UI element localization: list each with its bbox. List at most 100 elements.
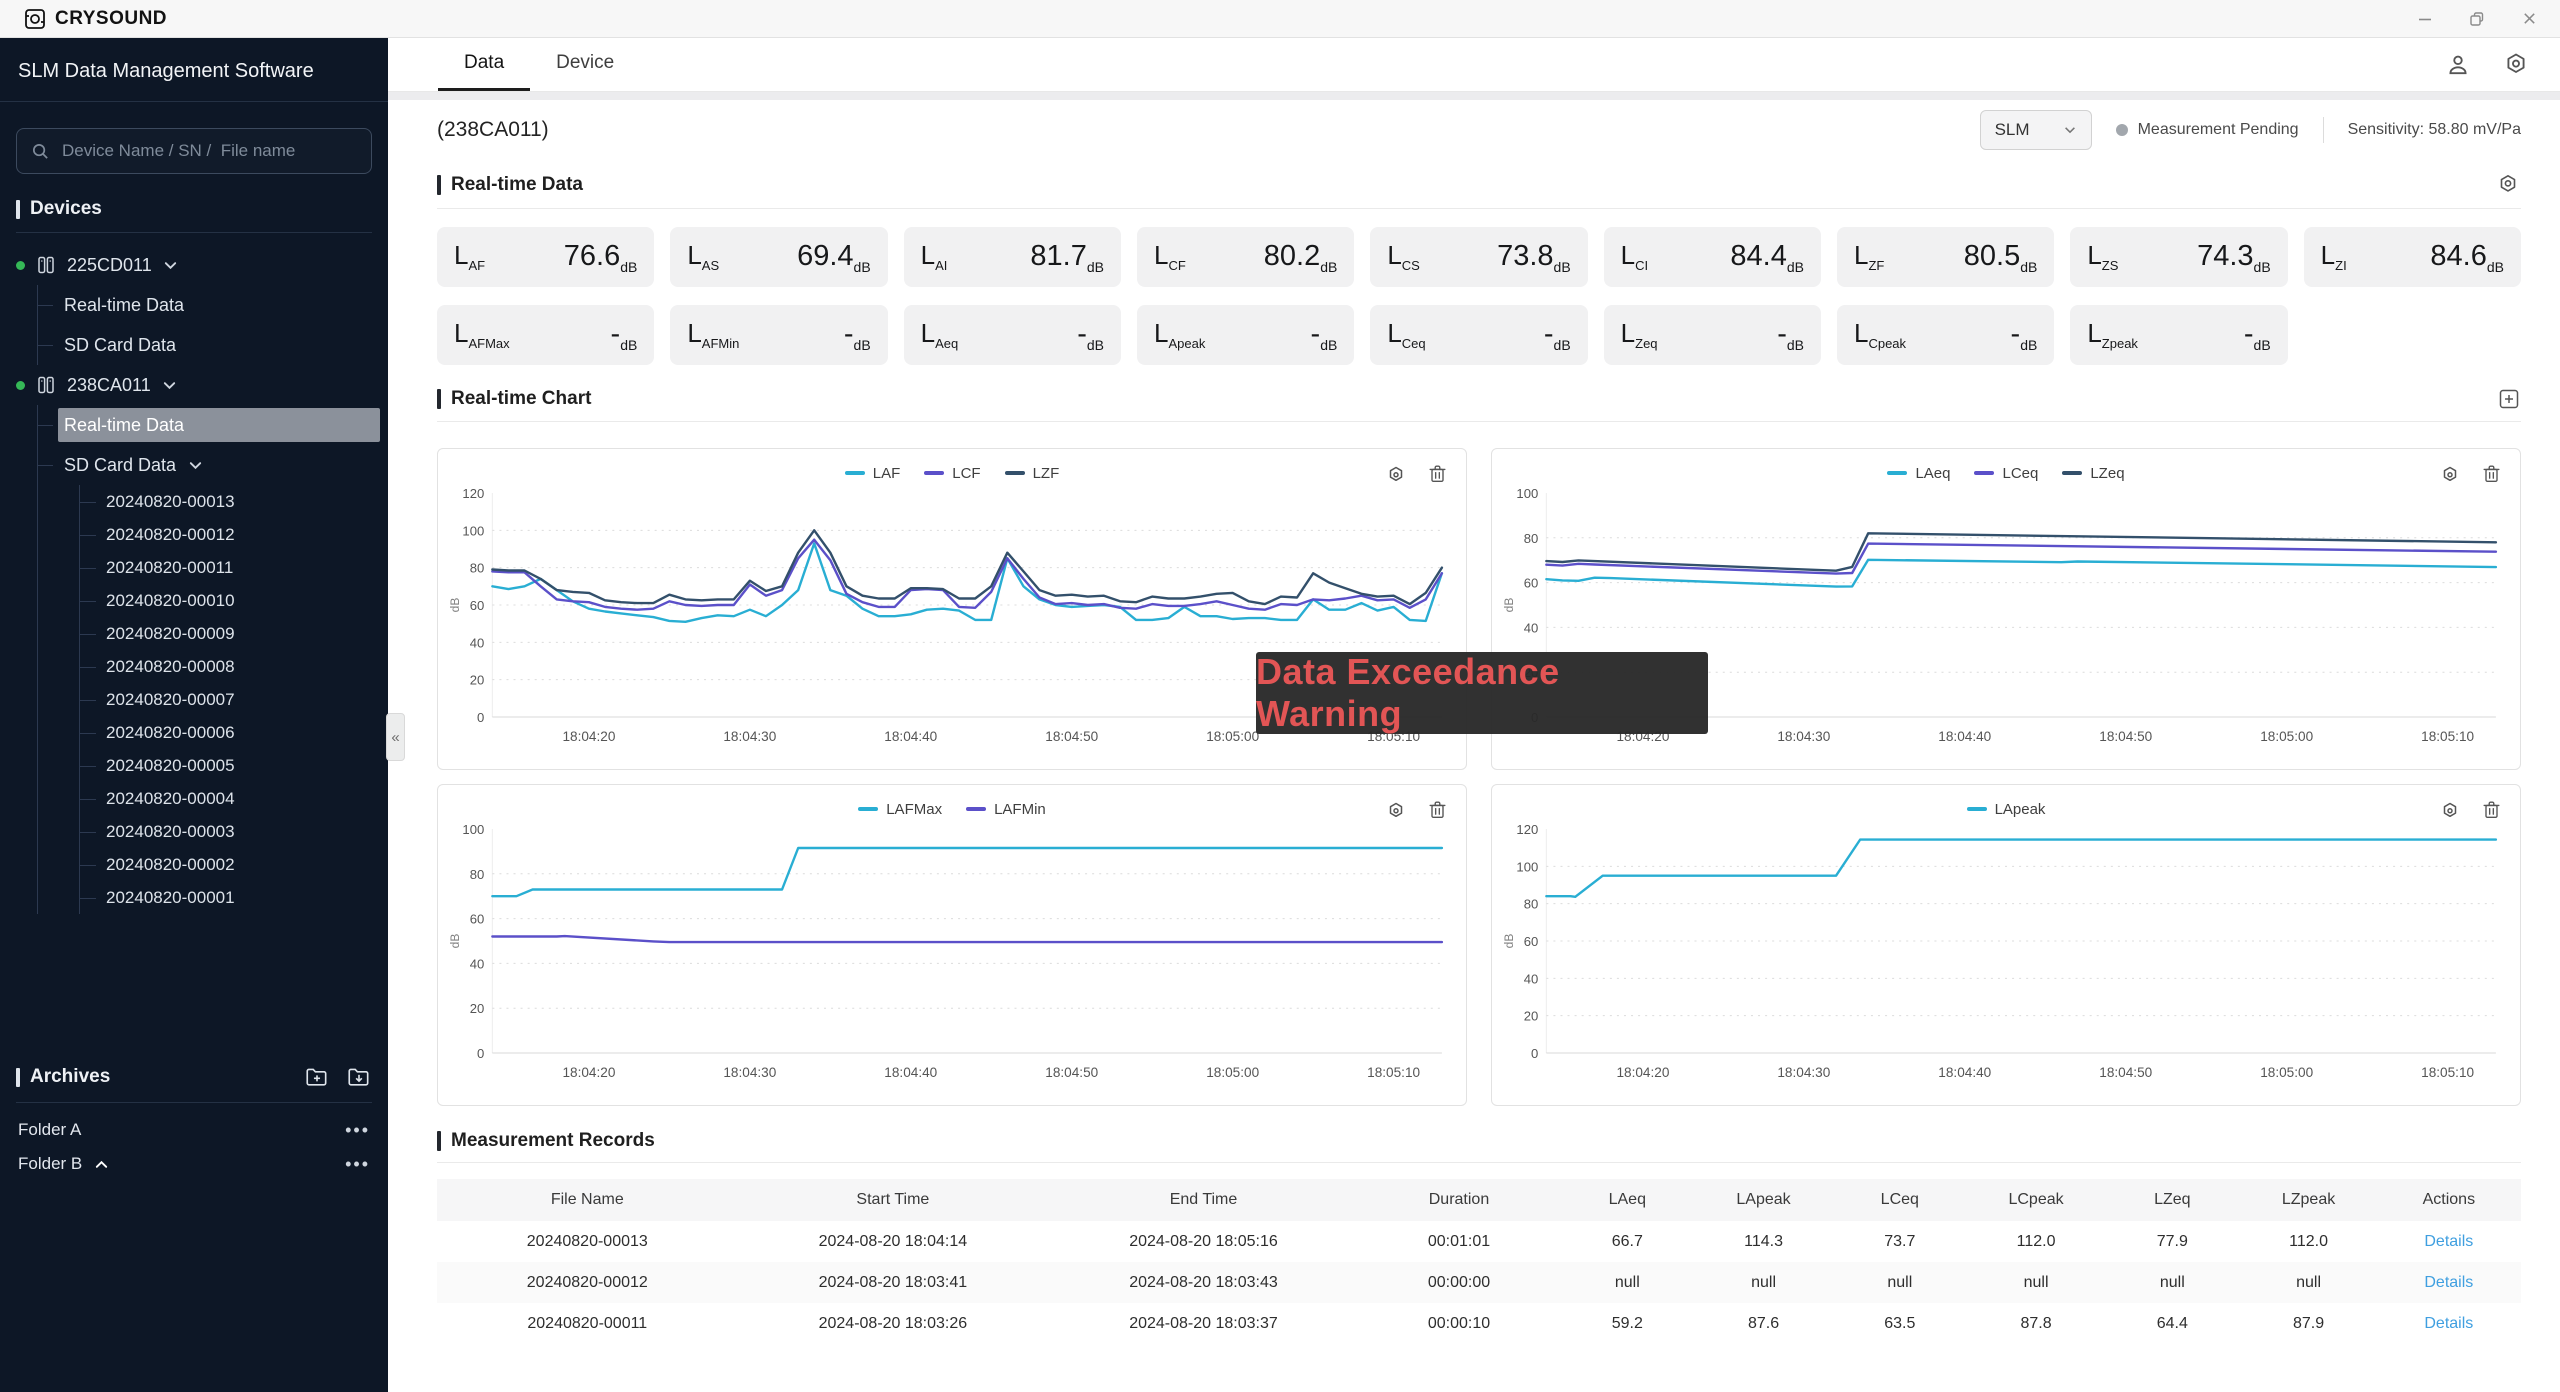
user-icon[interactable] xyxy=(2444,51,2472,79)
svg-text:18:04:30: 18:04:30 xyxy=(1777,1065,1830,1080)
sd-file-item[interactable]: 20240820-00005 xyxy=(80,749,380,782)
chart-legend: LAF LCF LZF xyxy=(448,459,1456,487)
settings-gear-icon[interactable] xyxy=(2502,51,2530,79)
archive-folder-row[interactable]: Folder A ••• xyxy=(0,1113,388,1147)
records-column-header: End Time xyxy=(1048,1179,1359,1221)
device-child-node[interactable]: SD Card Data xyxy=(38,325,380,365)
more-options-icon[interactable]: ••• xyxy=(345,1154,370,1175)
chart-settings-icon[interactable] xyxy=(1385,463,1407,485)
device-search[interactable] xyxy=(16,128,372,174)
sd-file-label: 20240820-00004 xyxy=(106,789,235,809)
device-child-node[interactable]: Real-time Data xyxy=(38,405,380,445)
delete-chart-icon[interactable] xyxy=(2481,799,2502,821)
chart-settings-icon[interactable] xyxy=(2439,799,2461,821)
add-chart-icon[interactable] xyxy=(2497,387,2521,411)
svg-text:120: 120 xyxy=(1516,823,1538,837)
chevron-down-icon[interactable] xyxy=(188,458,203,473)
delete-chart-icon[interactable] xyxy=(1427,463,1448,485)
table-cell: 77.9 xyxy=(2104,1221,2240,1262)
svg-text:0: 0 xyxy=(1531,1046,1538,1061)
tab-data[interactable]: Data xyxy=(438,38,530,91)
metric-label: LZI xyxy=(2321,240,2347,273)
legend-item[interactable]: LAFMin xyxy=(966,801,1046,818)
sd-file-item[interactable]: 20240820-00006 xyxy=(80,716,380,749)
sd-file-item[interactable]: 20240820-00009 xyxy=(80,617,380,650)
legend-item[interactable]: LApeak xyxy=(1967,801,2046,818)
sd-file-item[interactable]: 20240820-00003 xyxy=(80,815,380,848)
folder-download-icon[interactable] xyxy=(346,1064,372,1090)
details-link[interactable]: Details xyxy=(2424,1315,2473,1332)
chevron-down-icon[interactable] xyxy=(163,258,178,273)
device-child-node[interactable]: Real-time Data xyxy=(38,285,380,325)
details-link[interactable]: Details xyxy=(2424,1274,2473,1291)
table-cell: 2024-08-20 18:05:16 xyxy=(1048,1221,1359,1262)
device-tree: 225CD011 Real-time Data SD Card Data 238… xyxy=(0,233,388,920)
folder-add-icon[interactable] xyxy=(304,1064,330,1090)
search-icon xyxy=(31,142,50,161)
svg-text:18:04:40: 18:04:40 xyxy=(884,1065,937,1080)
metric-card: LZI 84.6dB xyxy=(2304,227,2521,287)
mode-select[interactable]: SLM xyxy=(1980,110,2092,150)
table-cell: 66.7 xyxy=(1559,1221,1695,1262)
line-chart: 02040608010012018:04:2018:04:3018:04:401… xyxy=(1502,823,2510,1085)
svg-text:20: 20 xyxy=(1524,1009,1539,1024)
legend-item[interactable]: LZF xyxy=(1005,465,1060,482)
sd-file-item[interactable]: 20240820-00011 xyxy=(80,551,380,584)
section-accent-bar xyxy=(437,389,441,409)
metric-card: LCS 73.8dB xyxy=(1370,227,1587,287)
svg-text:dB: dB xyxy=(448,598,462,613)
chart-settings-icon[interactable] xyxy=(2439,463,2461,485)
divider xyxy=(2323,117,2324,143)
content-panel: (238CA011) SLM Measurement Pending Sensi… xyxy=(388,100,2560,1392)
metric-value: -dB xyxy=(611,318,638,353)
metric-value: -dB xyxy=(2011,318,2038,353)
device-node[interactable]: 225CD011 xyxy=(16,245,380,285)
archive-folder-row[interactable]: Folder B ••• xyxy=(0,1147,388,1181)
legend-item[interactable]: LCF xyxy=(924,465,980,482)
sd-file-item[interactable]: 20240820-00007 xyxy=(80,683,380,716)
table-row: 20240820-000112024-08-20 18:03:262024-08… xyxy=(437,1303,2521,1344)
sd-file-label: 20240820-00002 xyxy=(106,855,235,875)
records-header-row: File NameStart TimeEnd TimeDurationLAeqL… xyxy=(437,1179,2521,1221)
records-table: File NameStart TimeEnd TimeDurationLAeqL… xyxy=(437,1179,2521,1344)
legend-item[interactable]: LAeq xyxy=(1887,465,1950,482)
legend-item[interactable]: LZeq xyxy=(2062,465,2124,482)
chevron-up-icon[interactable] xyxy=(94,1157,109,1172)
minimize-icon[interactable] xyxy=(2414,8,2436,30)
device-node[interactable]: 238CA011 xyxy=(16,365,380,405)
sd-file-item[interactable]: 20240820-00013 xyxy=(80,485,380,518)
svg-text:18:04:50: 18:04:50 xyxy=(1045,729,1098,744)
sd-file-item[interactable]: 20240820-00004 xyxy=(80,782,380,815)
delete-chart-icon[interactable] xyxy=(2481,463,2502,485)
metric-label: LZeq xyxy=(1621,318,1658,351)
metric-card: LZeq -dB xyxy=(1604,305,1821,365)
metric-value: 69.4dB xyxy=(797,240,871,275)
sd-file-item[interactable]: 20240820-00001 xyxy=(80,881,380,914)
device-child-node[interactable]: SD Card Data xyxy=(38,445,380,485)
data-settings-icon[interactable] xyxy=(2495,172,2521,198)
legend-item[interactable]: LCeq xyxy=(1974,465,2038,482)
tab-device[interactable]: Device xyxy=(530,38,640,91)
sd-file-item[interactable]: 20240820-00008 xyxy=(80,650,380,683)
chevron-down-icon[interactable] xyxy=(162,378,177,393)
metric-card: LAF 76.6dB xyxy=(437,227,654,287)
close-icon[interactable] xyxy=(2518,8,2540,30)
chart-card: LApeak02040608010012018:04:2018:04:3018:… xyxy=(1491,784,2521,1106)
more-options-icon[interactable]: ••• xyxy=(345,1120,370,1141)
table-cell: 00:01:01 xyxy=(1359,1221,1559,1262)
sidebar-collapse-handle[interactable]: « xyxy=(386,713,405,761)
metric-value: -dB xyxy=(2244,318,2271,353)
sd-file-item[interactable]: 20240820-00012 xyxy=(80,518,380,551)
svg-text:60: 60 xyxy=(1524,934,1539,949)
legend-item[interactable]: LAFMax xyxy=(858,801,942,818)
delete-chart-icon[interactable] xyxy=(1427,799,1448,821)
sd-file-item[interactable]: 20240820-00010 xyxy=(80,584,380,617)
section-accent-bar xyxy=(437,1131,441,1151)
legend-item[interactable]: LAF xyxy=(845,465,901,482)
svg-text:18:05:00: 18:05:00 xyxy=(1206,1065,1259,1080)
details-link[interactable]: Details xyxy=(2424,1233,2473,1250)
sd-file-item[interactable]: 20240820-00002 xyxy=(80,848,380,881)
search-input[interactable] xyxy=(62,141,357,161)
restore-icon[interactable] xyxy=(2466,8,2488,30)
chart-settings-icon[interactable] xyxy=(1385,799,1407,821)
